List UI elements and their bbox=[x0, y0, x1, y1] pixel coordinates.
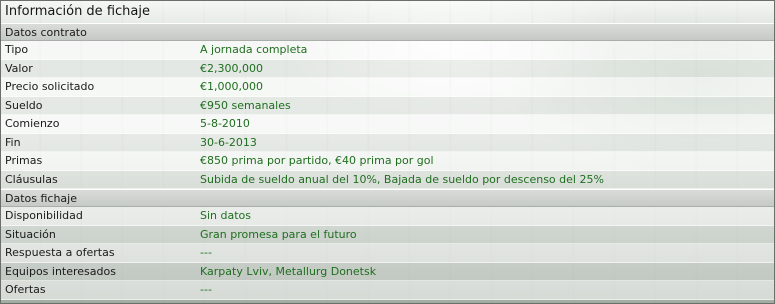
row-ofertas: Ofertas --- bbox=[1, 281, 774, 300]
row-equipos-interesados: Equipos interesados Karpaty Lviv, Metall… bbox=[1, 262, 774, 281]
row-value: --- bbox=[200, 246, 212, 260]
row-value: €1,000,000 bbox=[200, 80, 263, 94]
row-value: Subida de sueldo anual del 10%, Bajada d… bbox=[200, 172, 604, 186]
row-label: Situación bbox=[5, 227, 56, 241]
row-label: Tipo bbox=[5, 43, 29, 57]
row-label: Ofertas bbox=[5, 283, 46, 297]
row-label: Primas bbox=[5, 154, 43, 168]
contract-rows: Tipo A jornada completa Valor €2,300,000… bbox=[1, 41, 774, 189]
row-value: €950 semanales bbox=[200, 98, 291, 112]
panel-title: Información de fichaje bbox=[1, 1, 774, 23]
row-value: Karpaty Lviv, Metallurg Donetsk bbox=[200, 264, 377, 278]
row-label: Sueldo bbox=[5, 98, 43, 112]
row-value: A jornada completa bbox=[200, 43, 308, 57]
row-value: €850 prima por partido, €40 prima por go… bbox=[200, 154, 434, 168]
row-label: Equipos interesados bbox=[5, 264, 116, 278]
section-header-contract: Datos contrato bbox=[1, 23, 774, 41]
row-comienzo: Comienzo 5-8-2010 bbox=[1, 115, 774, 134]
section-header-transfer: Datos fichaje bbox=[1, 189, 774, 207]
row-label: Respuesta a ofertas bbox=[5, 246, 115, 260]
row-valor: Valor €2,300,000 bbox=[1, 59, 774, 78]
row-fin: Fin 30-6-2013 bbox=[1, 133, 774, 152]
row-value: 30-6-2013 bbox=[200, 135, 257, 149]
transfer-info-panel: Información de fichaje Datos contrato Ti… bbox=[0, 0, 775, 304]
row-value: €2,300,000 bbox=[200, 61, 263, 75]
row-precio-solicitado: Precio solicitado €1,000,000 bbox=[1, 78, 774, 97]
row-value: --- bbox=[200, 283, 212, 297]
row-value: Gran promesa para el futuro bbox=[200, 227, 357, 241]
row-sueldo: Sueldo €950 semanales bbox=[1, 96, 774, 115]
transfer-rows: Disponibilidad Sin datos Situación Gran … bbox=[1, 207, 774, 300]
row-label: Disponibilidad bbox=[5, 209, 83, 223]
row-clausulas: Cláusulas Subida de sueldo anual del 10%… bbox=[1, 170, 774, 189]
row-tipo: Tipo A jornada completa bbox=[1, 41, 774, 60]
row-value: 5-8-2010 bbox=[200, 117, 250, 131]
row-label: Comienzo bbox=[5, 117, 60, 131]
row-value: Sin datos bbox=[200, 209, 252, 223]
row-label: Valor bbox=[5, 61, 33, 75]
row-respuesta-ofertas: Respuesta a ofertas --- bbox=[1, 244, 774, 263]
row-primas: Primas €850 prima por partido, €40 prima… bbox=[1, 152, 774, 171]
row-label: Cláusulas bbox=[5, 172, 58, 186]
row-label: Precio solicitado bbox=[5, 80, 95, 94]
row-label: Fin bbox=[5, 135, 21, 149]
row-situacion: Situación Gran promesa para el futuro bbox=[1, 225, 774, 244]
row-disponibilidad: Disponibilidad Sin datos bbox=[1, 207, 774, 226]
